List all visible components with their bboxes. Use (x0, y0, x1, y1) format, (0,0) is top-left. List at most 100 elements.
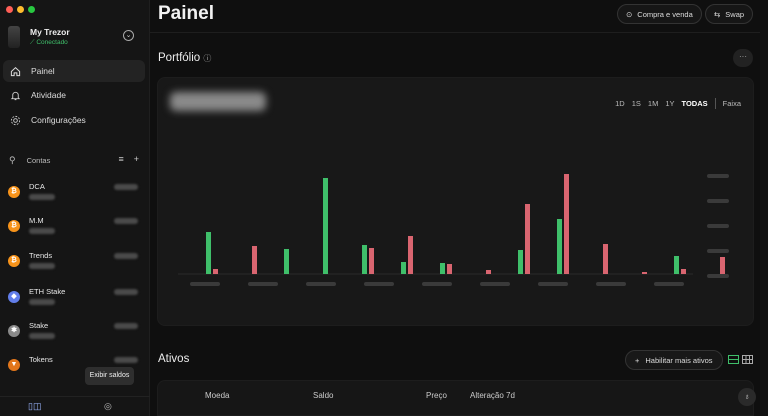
bar-negative-4[interactable] (369, 248, 374, 274)
bitcoin-icon: ₿ (8, 255, 20, 267)
device-status-label: Conectado (36, 38, 68, 46)
bar-negative-11[interactable] (642, 272, 647, 274)
enable-more-assets-button[interactable]: + Habilitar mais ativos (625, 350, 723, 370)
account-item-stake[interactable]: ✱ Stake (8, 321, 140, 345)
chevron-down-icon[interactable]: ⌄ (123, 30, 134, 41)
range-1m[interactable]: 1M (648, 99, 658, 108)
account-crypto-balance-hidden (29, 263, 55, 269)
bar-positive-6[interactable] (440, 263, 445, 274)
portfolio-card: 1D 1S 1M 1Y TODAS Faixa (157, 77, 754, 326)
nav-item-configuracoes[interactable]: Configurações (3, 109, 145, 131)
minimize-window-button[interactable] (17, 6, 24, 13)
account-name: DCA (29, 182, 45, 191)
more-options-button[interactable]: ··· (733, 49, 753, 67)
bar-positive-8[interactable] (518, 250, 523, 274)
nav-item-painel[interactable]: Painel (3, 60, 145, 82)
close-window-button[interactable] (6, 6, 13, 13)
help-circle-icon[interactable]: ⓘ (203, 54, 211, 63)
cardano-icon: ✱ (8, 325, 20, 337)
x-tick-label-hidden (596, 282, 626, 286)
col-coin[interactable]: Moeda (205, 391, 229, 400)
enable-more-assets-label: Habilitar mais ativos (645, 355, 713, 365)
bitcoin-icon: ₿ (8, 186, 20, 198)
bar-negative-9[interactable] (564, 174, 569, 274)
list-view-icon[interactable] (728, 355, 739, 364)
account-item-mm[interactable]: ₿ M.M (8, 216, 140, 240)
trezor-device-icon (8, 26, 20, 48)
account-name: ETH Stake (29, 287, 66, 296)
ethereum-icon: ◆ (8, 291, 20, 303)
bar-positive-12[interactable] (674, 256, 679, 274)
x-tick-label-hidden (422, 282, 452, 286)
sidebar: My Trezor ⟋ Conectado ⌄ Painel Atividade… (0, 0, 150, 416)
bar-negative-6[interactable] (447, 264, 452, 274)
col-balance[interactable]: Saldo (313, 391, 333, 400)
col-price[interactable]: Preço (426, 391, 447, 400)
account-fiat-balance-hidden (114, 184, 138, 190)
bitcoin-icon: ₿ (8, 220, 20, 232)
account-name: Trends (29, 251, 53, 260)
buy-sell-button[interactable]: ⊙ Compra e venda (617, 4, 702, 24)
col-change-7d[interactable]: Alteração 7d (470, 391, 515, 400)
range-selector: 1D 1S 1M 1Y TODAS Faixa (615, 98, 741, 109)
bar-negative-12[interactable] (681, 269, 686, 274)
dollar-circle-icon: ⊙ (626, 9, 633, 19)
account-item-trends[interactable]: ₿ Trends (8, 251, 140, 275)
account-fiat-balance-hidden (114, 253, 138, 259)
bar-positive-9[interactable] (557, 219, 562, 274)
hide-balances-eye-icon[interactable]: ◎ (104, 401, 112, 412)
bar-negative-1[interactable] (252, 246, 257, 274)
range-custom[interactable]: Faixa (723, 99, 741, 108)
metamask-icon: ▼ (8, 359, 20, 371)
bar-positive-5[interactable] (401, 262, 406, 274)
bar-negative-10[interactable] (603, 244, 608, 274)
bar-negative-0[interactable] (213, 269, 218, 274)
range-1d[interactable]: 1D (615, 99, 625, 108)
nav-item-atividade[interactable]: Atividade (3, 84, 145, 106)
y-tick-label-hidden (707, 199, 729, 203)
nav-label: Configurações (31, 115, 86, 125)
grid-view-icon[interactable] (742, 355, 753, 364)
filter-icon[interactable]: ≡ (118, 154, 123, 164)
account-fiat-balance-hidden (114, 218, 138, 224)
account-item-eth-stake[interactable]: ◆ ETH Stake (8, 287, 140, 311)
bar-positive-0[interactable] (206, 232, 211, 274)
bar-negative-8[interactable] (525, 204, 530, 274)
account-name: Stake (29, 321, 49, 330)
plus-icon: + (635, 355, 640, 365)
range-1s[interactable]: 1S (632, 99, 641, 108)
window-controls (6, 6, 35, 13)
bar-positive-3[interactable] (323, 178, 328, 274)
scrollbar[interactable] (760, 30, 768, 416)
add-account-button[interactable]: + (134, 154, 139, 164)
bar-positive-2[interactable] (284, 249, 289, 274)
maximize-window-button[interactable] (28, 6, 35, 13)
x-tick-label-hidden (538, 282, 568, 286)
account-fiat-balance-hidden (114, 289, 138, 295)
range-todas[interactable]: TODAS (682, 99, 708, 108)
assets-title: Ativos (158, 353, 190, 365)
bar-negative-7[interactable] (486, 270, 491, 274)
gear-icon (9, 114, 21, 126)
device-status-icon[interactable]: ▯◫ (28, 401, 48, 415)
bar-positive-4[interactable] (362, 245, 367, 274)
bar-negative-13[interactable] (720, 257, 725, 274)
nav-label: Atividade (31, 90, 66, 100)
x-tick-label-hidden (654, 282, 684, 286)
home-icon (9, 65, 21, 77)
accounts-label: Contas (26, 155, 51, 165)
range-1y[interactable]: 1Y (665, 99, 674, 108)
account-crypto-balance-hidden (29, 333, 55, 339)
swap-button[interactable]: ⇆ Swap (705, 4, 754, 24)
help-bulb-icon[interactable]: ♁ (738, 388, 756, 406)
accounts-header: ⚲ Contas ≡ + (9, 154, 139, 166)
bar-negative-5[interactable] (408, 236, 413, 274)
device-switcher[interactable]: My Trezor ⟋ Conectado ⌄ (6, 24, 144, 50)
search-icon[interactable]: ⚲ (9, 155, 16, 166)
account-crypto-balance-hidden (29, 194, 55, 200)
x-tick-label-hidden (190, 282, 220, 286)
page-title: Painel (158, 3, 214, 24)
x-tick-label-hidden (306, 282, 336, 286)
account-item-dca[interactable]: ₿ DCA (8, 182, 140, 206)
portfolio-title: Portfólio ⓘ (158, 52, 211, 64)
